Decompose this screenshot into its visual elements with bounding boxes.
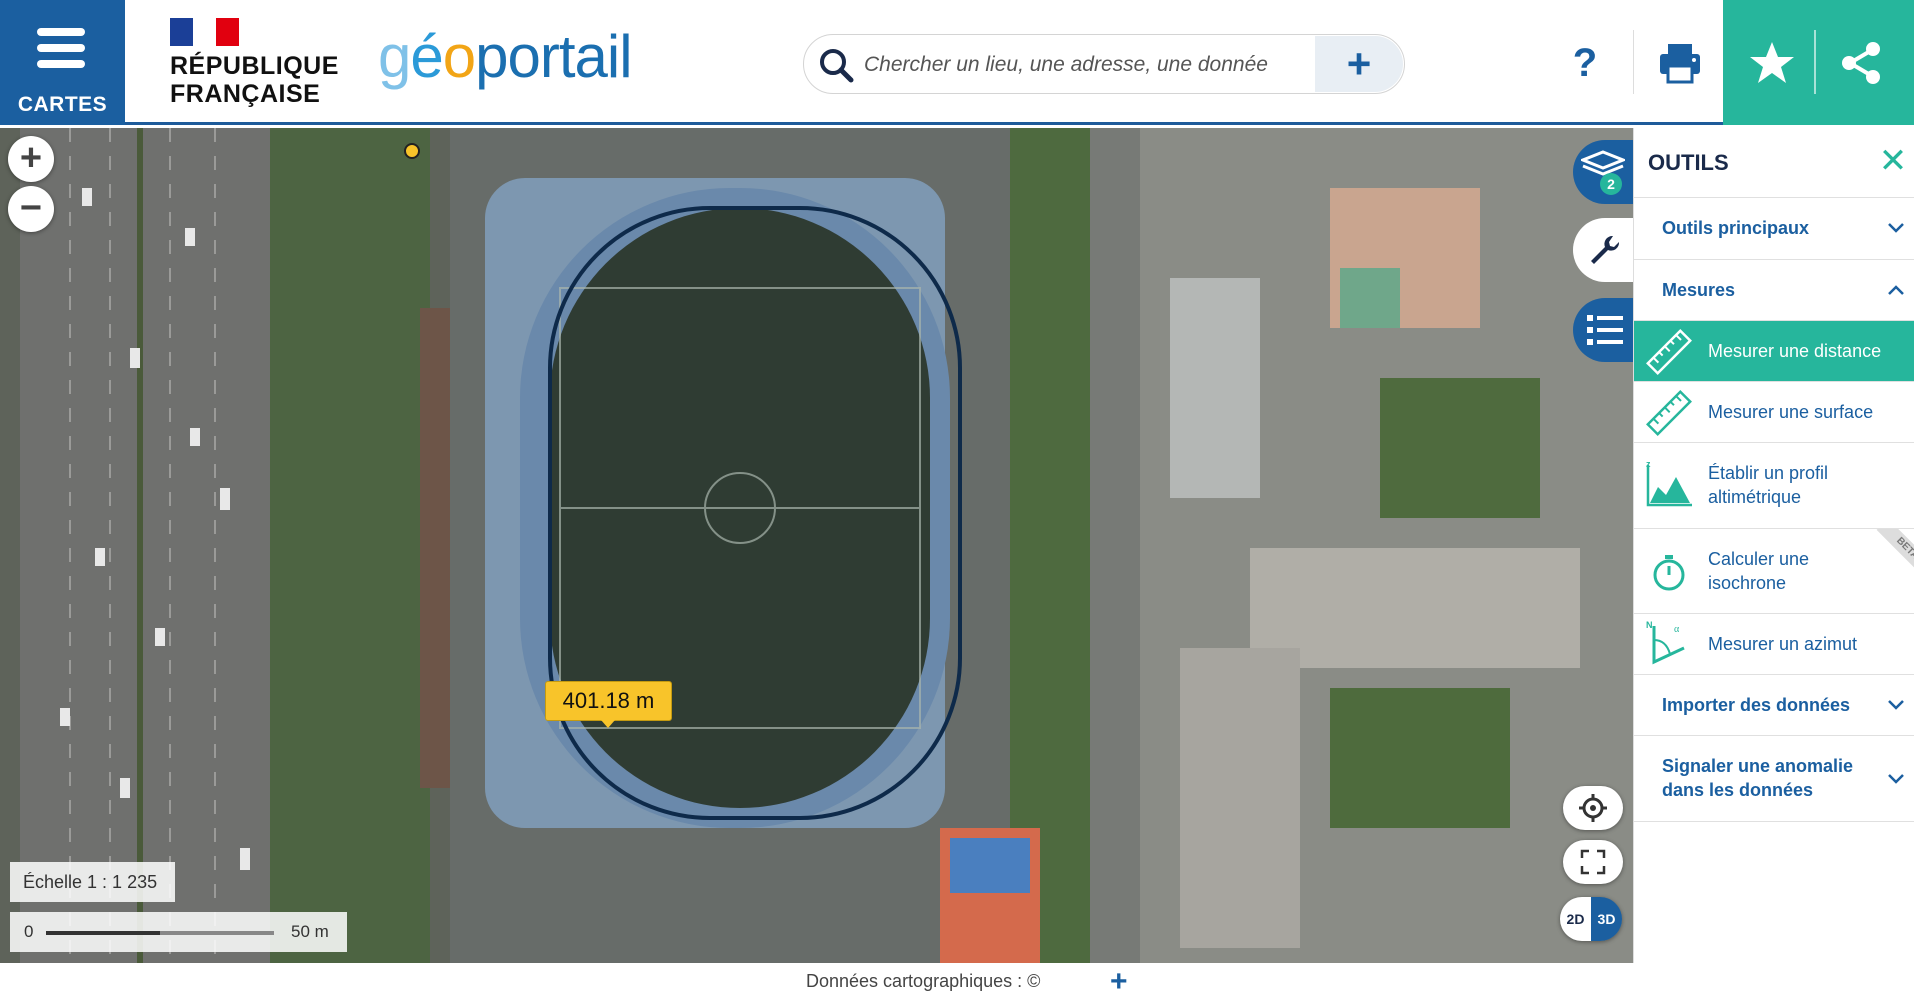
svg-text:N: N — [1646, 620, 1653, 630]
fullscreen-icon — [1580, 849, 1606, 875]
chevron-down-icon — [1888, 700, 1904, 710]
measure-point-icon — [404, 143, 420, 159]
tools-button[interactable] — [1573, 218, 1633, 282]
beta-badge: BETA — [1870, 529, 1914, 574]
french-flag-icon — [170, 18, 240, 46]
map-view[interactable]: + − 401.18 m Échelle 1 : 1 235 0 50 m 2 — [0, 128, 1633, 963]
section-measures[interactable]: Mesures — [1634, 260, 1914, 321]
aerial-imagery — [0, 128, 1633, 963]
tool-measure-surface[interactable]: Mesurer une surface — [1634, 382, 1914, 443]
list-icon — [1587, 315, 1623, 345]
share-icon[interactable] — [1836, 38, 1886, 88]
zoom-out-button[interactable]: − — [8, 186, 54, 232]
advanced-search-button[interactable]: + — [1315, 36, 1403, 92]
geolocate-button[interactable] — [1563, 786, 1623, 830]
legend-button[interactable] — [1573, 298, 1633, 362]
mode-3d[interactable]: 3D — [1591, 897, 1622, 941]
scale-zero: 0 — [24, 922, 34, 941]
chevron-up-icon — [1888, 285, 1904, 295]
user-actions — [1723, 0, 1914, 125]
geoportail-logo[interactable]: géoportail — [378, 22, 633, 91]
section-main-tools[interactable]: Outils principaux — [1634, 198, 1914, 260]
tool-measure-distance-label: Mesurer une distance — [1708, 341, 1882, 361]
republique-francaise-logo[interactable]: RÉPUBLIQUE FRANÇAISE — [170, 18, 339, 108]
mode-2d[interactable]: 2D — [1560, 897, 1591, 941]
section-measures-label: Mesures — [1662, 280, 1736, 300]
crosshair-icon — [1579, 794, 1607, 822]
stopwatch-icon — [1653, 555, 1685, 591]
tool-measure-surface-label: Mesurer une surface — [1708, 402, 1874, 422]
actions-divider — [1814, 30, 1816, 94]
measure-result-tooltip: 401.18 m — [545, 681, 672, 728]
header-divider — [1633, 30, 1634, 94]
section-report-anomaly[interactable]: Signaler une anomalie dans les données — [1634, 736, 1914, 822]
scale-text: Échelle 1 : 1 235 — [10, 862, 175, 902]
layers-count: 2 — [1607, 176, 1615, 192]
panel-title: OUTILS — [1648, 150, 1729, 175]
hamburger-icon — [37, 28, 85, 68]
tool-elevation-profile-label: Établir un profil altimétrique — [1708, 463, 1829, 507]
panel-header: OUTILS ✕ — [1634, 128, 1914, 198]
section-report-anomaly-label: Signaler une anomalie dans les données — [1662, 756, 1854, 800]
svg-text:α: α — [1674, 624, 1680, 635]
svg-text:z: z — [1646, 461, 1651, 469]
azimuth-icon: N α — [1646, 620, 1685, 665]
search-bar: + — [803, 34, 1405, 94]
tool-isochrone-label: Calculer une isochrone — [1708, 549, 1810, 593]
tool-azimuth[interactable]: N α Mesurer un azimut — [1634, 614, 1914, 675]
ruler-icon — [1646, 329, 1692, 375]
section-import[interactable]: Importer des données — [1634, 675, 1914, 736]
wrench-icon — [1591, 235, 1620, 264]
view-mode-toggle[interactable]: 2D 3D — [1560, 897, 1622, 941]
republic-line-1: RÉPUBLIQUE — [170, 52, 339, 80]
header: CARTES RÉPUBLIQUE FRANÇAISE géoportail +… — [0, 0, 1914, 125]
fullscreen-button[interactable] — [1563, 840, 1623, 884]
maps-menu-label: CARTES — [17, 93, 108, 116]
close-icon[interactable]: ✕ — [1876, 144, 1910, 178]
footer: Données cartographiques : © + — [0, 963, 1914, 1000]
print-icon[interactable] — [1655, 38, 1705, 88]
scale-line — [46, 931, 274, 935]
scale-bar: 0 50 m — [10, 912, 347, 952]
tool-isochrone[interactable]: Calculer une isochrone BETA — [1634, 529, 1914, 614]
section-import-label: Importer des données — [1662, 695, 1851, 715]
tool-measure-distance[interactable]: Mesurer une distance — [1634, 321, 1914, 382]
ruler-icon — [1646, 390, 1692, 436]
chevron-down-icon — [1888, 774, 1904, 784]
layers-icon: 2 — [1581, 150, 1625, 195]
maps-menu-button[interactable]: CARTES — [0, 0, 125, 125]
zoom-in-button[interactable]: + — [8, 136, 54, 182]
chevron-down-icon — [1888, 223, 1904, 233]
help-button[interactable]: ? — [1560, 38, 1610, 88]
elevation-profile-icon: z — [1646, 461, 1692, 507]
tool-elevation-profile[interactable]: z Établir un profil altimétrique — [1634, 443, 1914, 529]
tools-panel: OUTILS ✕ Outils principaux Mesures Mesur… — [1633, 128, 1914, 963]
section-main-tools-label: Outils principaux — [1662, 218, 1810, 238]
attribution-expand-button[interactable]: + — [1110, 965, 1128, 999]
attribution-text: Données cartographiques : © — [806, 971, 1041, 991]
republic-line-2: FRANÇAISE — [170, 80, 321, 108]
scale-max: 50 m — [291, 922, 329, 941]
tool-azimuth-label: Mesurer un azimut — [1708, 634, 1858, 654]
star-icon[interactable] — [1747, 38, 1797, 88]
layers-button[interactable]: 2 — [1573, 140, 1633, 204]
search-input[interactable] — [864, 47, 1304, 83]
search-icon[interactable] — [816, 45, 856, 85]
